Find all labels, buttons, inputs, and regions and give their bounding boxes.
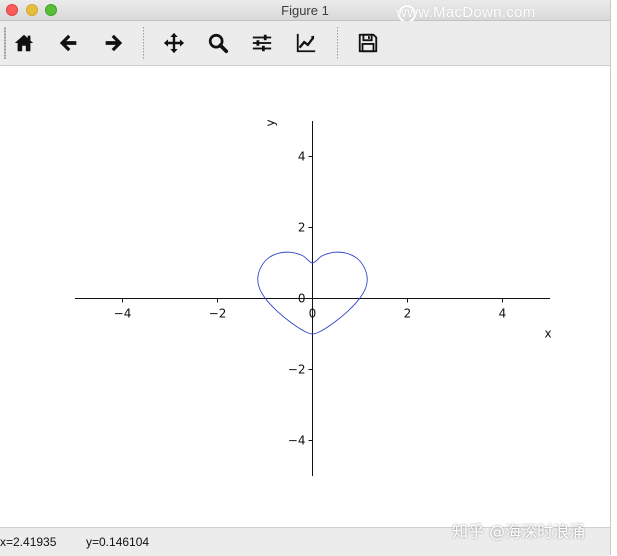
home-button[interactable] — [9, 28, 39, 58]
watermark-bottom: 知乎 @海深时浪涌 — [452, 522, 586, 541]
y-tick-label: 4 — [298, 150, 306, 164]
x-tick-label: 2 — [404, 307, 412, 321]
floppy-disk-icon — [358, 33, 378, 53]
edit-axis-button[interactable] — [291, 28, 321, 58]
axes: −4 −2 0 2 4 −4 −2 0 2 4 x y — [75, 119, 552, 476]
toolbar-grip[interactable] — [4, 27, 6, 59]
y-tick-label: 0 — [298, 292, 306, 306]
figure-window: Figure 1 www.MacDown.com −4 −2 0 2 4 −4 … — [0, 0, 611, 556]
figure-canvas[interactable]: −4 −2 0 2 4 −4 −2 0 2 4 x y — [0, 66, 610, 527]
zoom-button[interactable] — [203, 28, 233, 58]
plot-area[interactable]: −4 −2 0 2 4 −4 −2 0 2 4 x y — [0, 66, 610, 527]
home-icon — [14, 34, 34, 52]
toolbar-separator — [143, 27, 144, 59]
title-bar[interactable]: Figure 1 www.MacDown.com — [0, 0, 610, 23]
arrow-left-icon — [59, 34, 77, 52]
x-axis-label: x — [544, 327, 551, 341]
cursor-x-readout: x=2.41935 — [0, 535, 57, 549]
toolbar-separator — [337, 27, 338, 59]
forward-button[interactable] — [98, 28, 128, 58]
x-tick-label: 0 — [309, 307, 317, 321]
subplots-button[interactable] — [247, 28, 277, 58]
y-tick-label: 2 — [298, 221, 306, 235]
save-button[interactable] — [353, 28, 383, 58]
move-icon — [163, 32, 185, 54]
cursor-y-readout: y=0.146104 — [86, 535, 150, 549]
arrow-right-icon — [105, 34, 123, 52]
screen-edge — [611, 0, 617, 555]
y-tick-label: −4 — [288, 434, 306, 448]
watermark-top: www.MacDown.com — [396, 4, 536, 21]
line-chart-icon — [296, 33, 316, 53]
x-tick-label: 4 — [499, 307, 507, 321]
pan-button[interactable] — [159, 28, 189, 58]
back-button[interactable] — [54, 28, 84, 58]
x-tick-label: −4 — [114, 307, 132, 321]
x-tick-label: −2 — [209, 307, 227, 321]
navigation-toolbar — [0, 21, 610, 66]
magnifier-icon — [208, 33, 229, 54]
y-tick-label: −2 — [288, 363, 306, 377]
sliders-icon — [252, 34, 272, 52]
y-axis-label: y — [264, 119, 278, 126]
